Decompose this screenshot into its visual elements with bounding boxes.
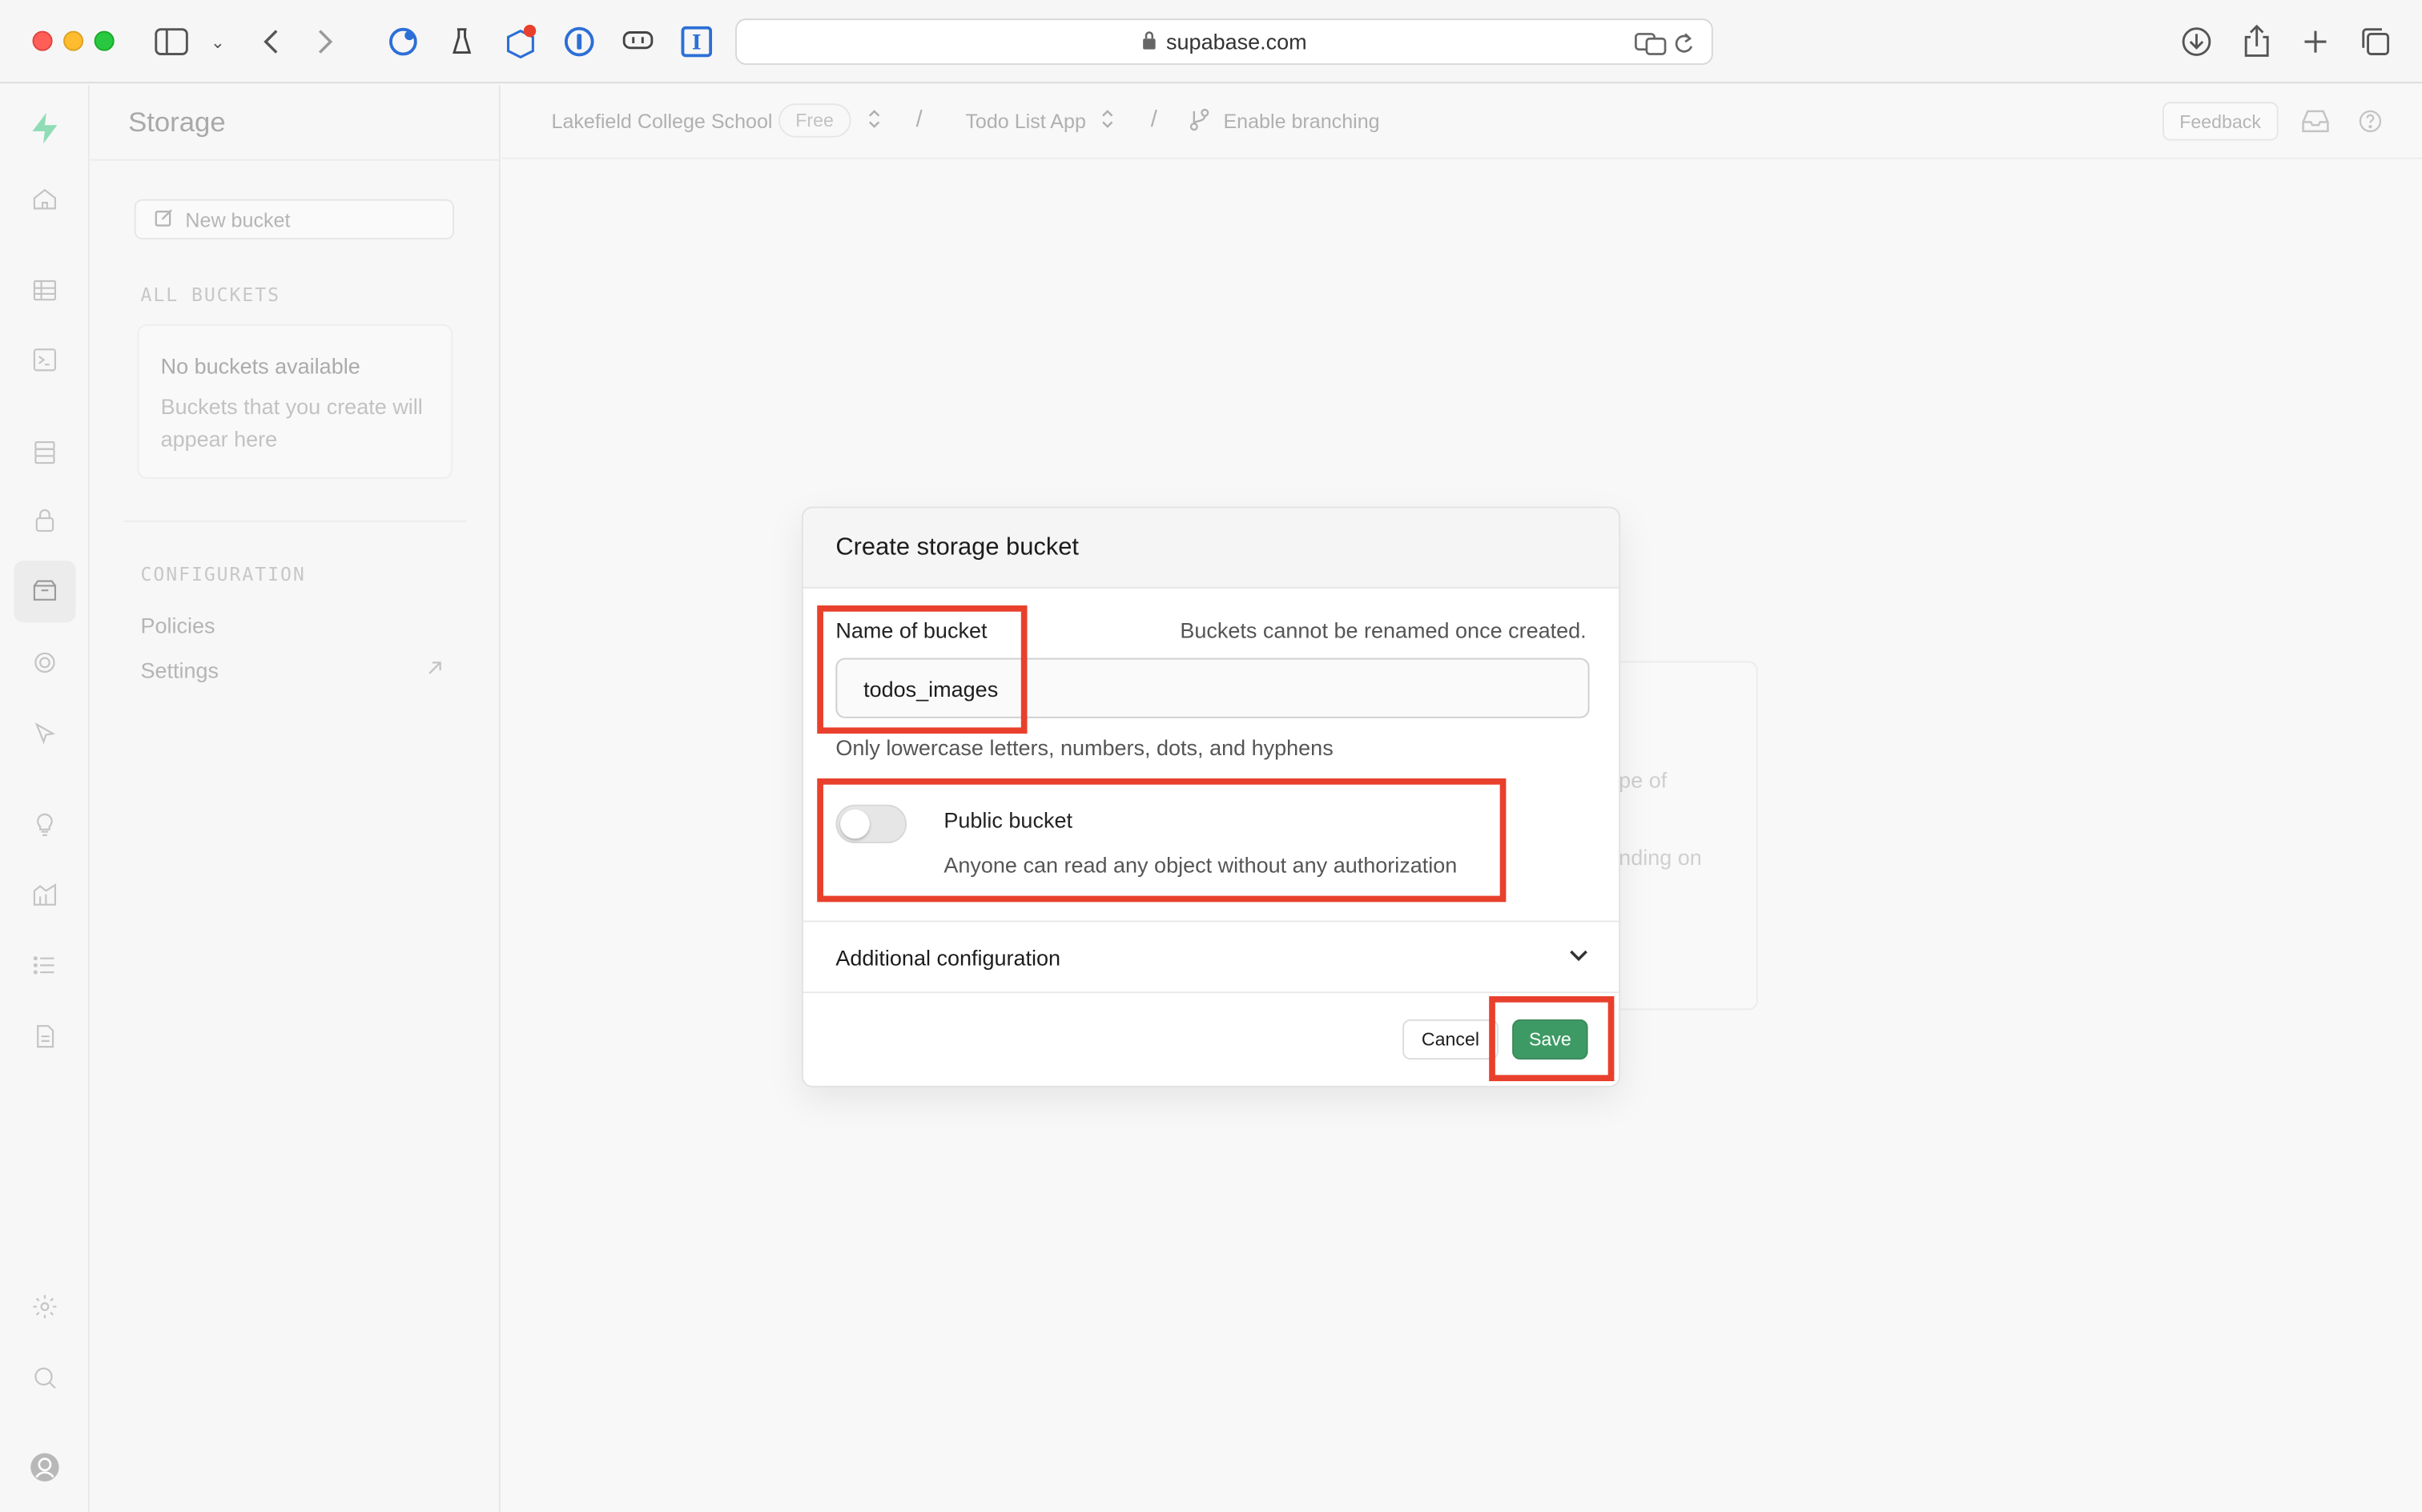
breadcrumb-separator: / <box>1150 107 1157 133</box>
chevron-down-icon <box>1568 943 1590 970</box>
extension-icon[interactable] <box>442 22 482 62</box>
new-bucket-button[interactable]: New bucket <box>134 199 455 239</box>
translate-reload-icons[interactable] <box>1634 30 1696 62</box>
enable-branching-button[interactable]: Enable branching <box>1223 110 1379 133</box>
database-icon[interactable] <box>26 434 63 471</box>
supabase-logo-icon[interactable] <box>26 110 63 147</box>
extension-icon[interactable] <box>618 22 658 62</box>
api-docs-icon[interactable] <box>26 1018 63 1055</box>
help-icon[interactable] <box>2359 110 2382 138</box>
extension-icon[interactable] <box>383 22 423 62</box>
new-bucket-label: New bucket <box>185 207 291 231</box>
external-link-icon <box>426 660 443 682</box>
branch-icon <box>1189 108 1209 136</box>
sidebar-item-policies[interactable]: Policies <box>141 613 215 638</box>
chevron-down-icon[interactable]: ⌄ <box>198 22 238 62</box>
highlight-bucket-name <box>817 605 1028 734</box>
project-topbar: Lakefield College School Free / Todo Lis… <box>501 85 2422 159</box>
sidebar-toggle-icon[interactable] <box>151 22 191 62</box>
home-icon[interactable] <box>26 181 63 218</box>
address-bar[interactable]: supabase.com <box>735 18 1713 66</box>
table-editor-icon[interactable] <box>26 271 63 308</box>
plan-badge: Free <box>778 103 851 138</box>
user-avatar-icon[interactable] <box>26 1449 63 1486</box>
additional-configuration-label: Additional configuration <box>835 944 1061 970</box>
background-card-text: nding on <box>1619 844 1702 870</box>
highlight-public-bucket <box>817 778 1507 903</box>
breadcrumb-separator: / <box>915 107 923 133</box>
svg-text:I: I <box>692 30 702 54</box>
tab-overview-icon[interactable] <box>2356 22 2396 62</box>
empty-title: No buckets available <box>160 353 360 379</box>
additional-configuration-accordion[interactable]: Additional configuration <box>803 920 1619 994</box>
storage-icon[interactable] <box>14 561 76 623</box>
org-switcher-chevron-icon[interactable] <box>867 107 882 136</box>
realtime-icon[interactable] <box>26 715 63 752</box>
share-icon[interactable] <box>2237 22 2277 62</box>
dialog-title: Create storage bucket <box>803 508 1619 589</box>
nav-rail <box>0 85 90 1512</box>
extension-icon[interactable]: I <box>677 22 717 62</box>
zoom-window-button[interactable] <box>94 30 115 51</box>
download-icon[interactable] <box>2176 22 2216 62</box>
rename-hint: Buckets cannot be renamed once created. <box>1180 617 1587 643</box>
url-text: supabase.com <box>1166 29 1307 54</box>
feedback-button[interactable]: Feedback <box>2162 102 2279 141</box>
close-window-button[interactable] <box>32 30 53 51</box>
divider <box>89 159 501 161</box>
advisors-lightbulb-icon[interactable] <box>26 806 63 843</box>
background-info-card <box>1606 661 1758 1011</box>
org-name[interactable]: Lakefield College School <box>552 110 773 133</box>
settings-gear-icon[interactable] <box>26 1288 63 1325</box>
sql-editor-icon[interactable] <box>26 341 63 378</box>
storage-sidebar: Storage New bucket ALL BUCKETS No bucket… <box>89 85 501 1512</box>
all-buckets-heading: ALL BUCKETS <box>140 284 281 306</box>
forward-arrow-icon[interactable] <box>306 22 346 62</box>
configuration-heading: CONFIGURATION <box>140 563 306 585</box>
edge-functions-icon[interactable] <box>26 644 63 681</box>
cancel-button[interactable]: Cancel <box>1402 1019 1499 1060</box>
search-icon[interactable] <box>26 1359 63 1396</box>
new-tab-icon[interactable] <box>2295 22 2336 62</box>
empty-buckets-card: No buckets available Buckets that you cr… <box>137 324 453 479</box>
empty-description: Buckets that you create will appear here <box>160 393 423 452</box>
reports-icon[interactable] <box>26 876 63 913</box>
project-switcher-chevron-icon[interactable] <box>1100 107 1115 136</box>
browser-toolbar: ⌄ I supabase.com <box>0 0 2422 84</box>
minimize-window-button[interactable] <box>63 30 84 51</box>
password-manager-icon[interactable] <box>559 22 599 62</box>
lock-icon[interactable] <box>26 502 63 539</box>
bucket-name-help: Only lowercase letters, numbers, dots, a… <box>835 735 1334 760</box>
sidebar-title: Storage <box>128 107 226 138</box>
highlight-save-button <box>1489 995 1615 1082</box>
back-arrow-icon[interactable] <box>250 22 290 62</box>
edit-icon <box>155 207 173 231</box>
project-name[interactable]: Todo List App <box>965 110 1086 133</box>
extension-icon[interactable] <box>501 22 541 62</box>
background-card-text: pe of <box>1619 767 1668 793</box>
logs-list-icon[interactable] <box>26 947 63 983</box>
divider <box>123 520 467 522</box>
inbox-icon[interactable] <box>2302 108 2330 138</box>
lock-icon <box>1141 30 1157 54</box>
sidebar-item-settings[interactable]: Settings <box>141 658 219 683</box>
